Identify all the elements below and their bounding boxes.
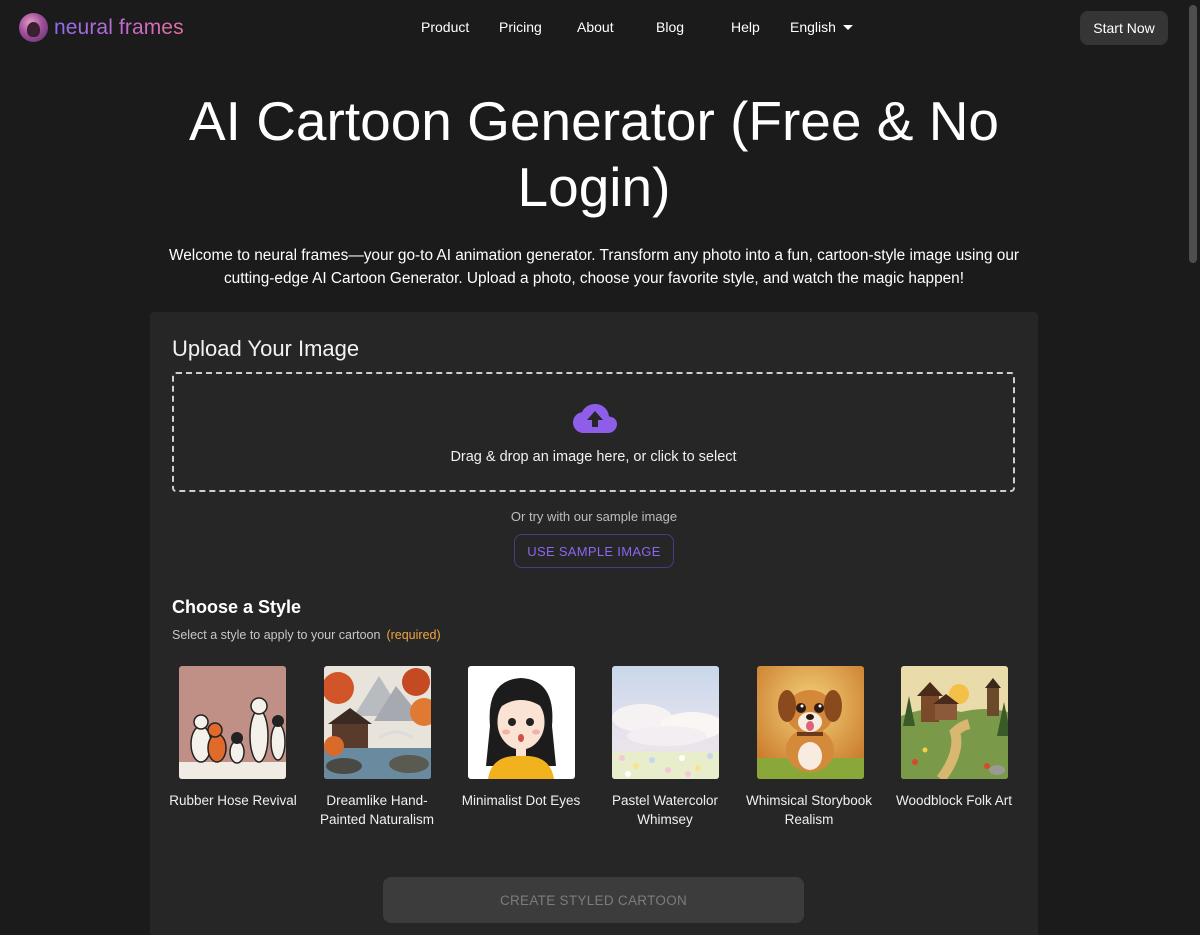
- create-styled-cartoon-button[interactable]: CREATE STYLED CARTOON: [383, 877, 804, 923]
- use-sample-image-button[interactable]: USE SAMPLE IMAGE: [514, 534, 674, 568]
- style-section-title: Choose a Style: [172, 597, 302, 617]
- style-thumbnail-pastel: [612, 666, 719, 779]
- site-header: neural frames Product Pricing About Blog…: [0, 0, 1186, 56]
- upload-title: Upload Your Image: [172, 336, 360, 361]
- hero-description: Welcome to neural frames—your go-to AI a…: [168, 247, 1020, 287]
- dropzone-text: Drag & drop an image here, or click to s…: [450, 449, 737, 465]
- generator-card: Upload Your Image Drag & drop an image h…: [150, 312, 1038, 935]
- nav-about[interactable]: About: [577, 19, 614, 35]
- style-label: Whimsical Storybook Realism: [745, 793, 873, 827]
- cloud-upload-icon: [573, 404, 617, 433]
- sample-prompt: Or try with our sample image: [510, 509, 678, 524]
- style-thumbnail-storybook: [757, 666, 864, 779]
- language-label: English: [790, 19, 836, 35]
- language-selector[interactable]: English: [790, 19, 853, 35]
- scrollbar-thumb[interactable]: [1189, 5, 1197, 263]
- style-subtitle: Select a style to apply to your cartoon (…: [172, 628, 441, 642]
- style-label: Rubber Hose Revival: [169, 793, 297, 808]
- nav-blog[interactable]: Blog: [656, 19, 684, 35]
- style-label: Woodblock Folk Art: [895, 793, 1013, 808]
- required-label: (required): [386, 628, 441, 642]
- style-subtitle-text: Select a style to apply to your cartoon: [172, 628, 381, 642]
- caret-down-icon: [842, 25, 853, 30]
- style-options: Rubber Hose Revival Dreamlike Hand-Paint…: [150, 666, 1038, 866]
- style-thumbnail-woodblock: [901, 666, 1008, 779]
- nav-product[interactable]: Product: [421, 19, 469, 35]
- nav-help[interactable]: Help: [731, 19, 760, 35]
- style-label: Minimalist Dot Eyes: [461, 793, 581, 808]
- page-title: AI Cartoon Generator (Free & No Login): [188, 90, 1000, 218]
- style-label: Pastel Watercolor Whimsey: [611, 793, 719, 827]
- style-label: Dreamlike Hand-Painted Naturalism: [319, 793, 435, 827]
- style-thumbnail-rubber-hose: [179, 666, 286, 779]
- style-thumbnail-dreamlike: [324, 666, 431, 779]
- main-nav: Product Pricing About Blog Help English: [0, 19, 1186, 37]
- image-dropzone[interactable]: Drag & drop an image here, or click to s…: [172, 372, 1015, 492]
- style-thumbnail-minimalist: [468, 666, 575, 779]
- start-now-button[interactable]: Start Now: [1080, 11, 1168, 45]
- page-scrollbar[interactable]: [1186, 0, 1200, 935]
- nav-pricing[interactable]: Pricing: [499, 19, 542, 35]
